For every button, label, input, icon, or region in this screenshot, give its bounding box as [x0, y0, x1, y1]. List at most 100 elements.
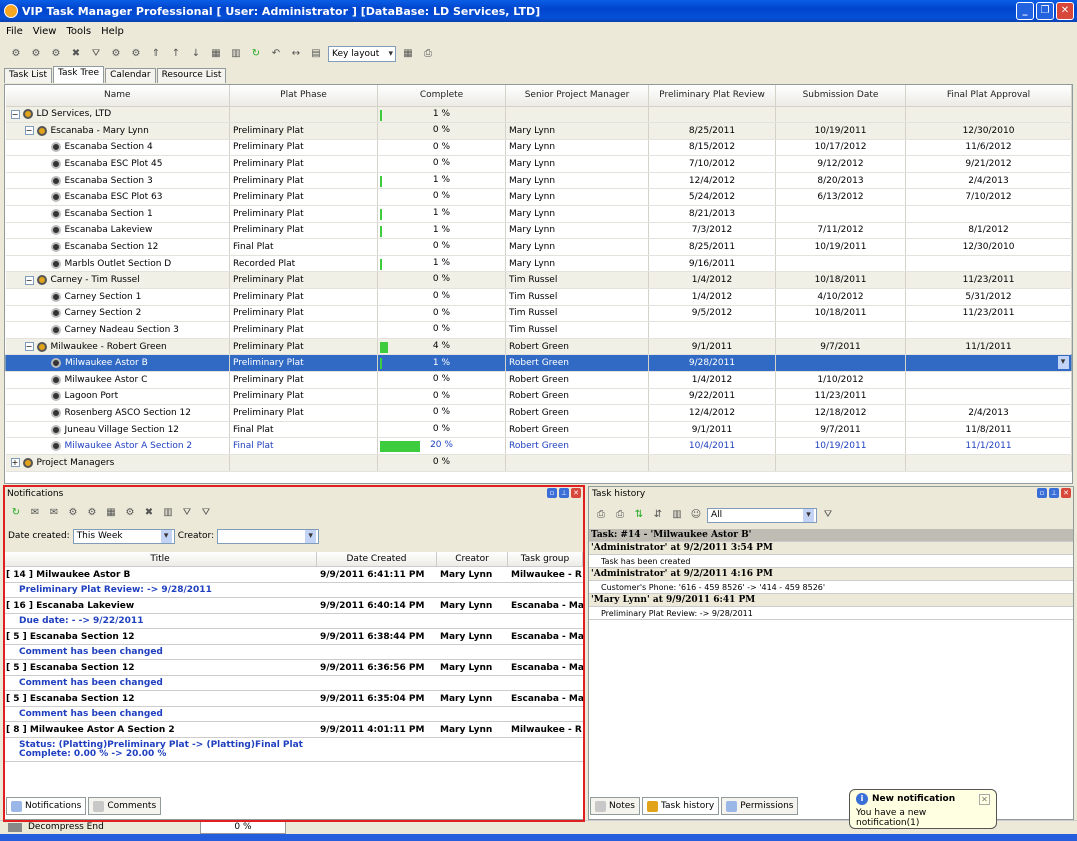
tab-resource-list[interactable]: Resource List — [156, 68, 227, 83]
print-preview-icon[interactable]: ⎙ — [612, 507, 628, 523]
task-row[interactable]: Escanaba Section 3 Preliminary Plat 1 % Mar… — [5, 172, 1072, 190]
edit-task-icon[interactable]: ⚙ — [48, 46, 64, 62]
refresh-icon[interactable]: ↻ — [248, 46, 264, 62]
tab-calendar[interactable]: Calendar — [105, 68, 156, 83]
task-row[interactable]: Carney Nadeau Section 3 Preliminary Plat 0… — [5, 321, 1072, 339]
column-header-creator[interactable]: Creator — [437, 552, 508, 566]
column-header-manager[interactable]: Senior Project Manager — [505, 85, 649, 107]
add-subtask-icon[interactable]: ⚙ — [28, 46, 44, 62]
task-row[interactable]: Milwaukee Astor C Preliminary Plat 0 % Robe… — [5, 371, 1072, 389]
panel-restore-icon[interactable]: ▫ — [547, 488, 557, 498]
collapse-icon[interactable]: − — [24, 342, 34, 352]
tab-task-tree[interactable]: Task Tree — [53, 66, 105, 83]
panel-restore-icon[interactable]: ▫ — [1037, 488, 1047, 498]
notification-row[interactable]: [ 5 ] Escanaba Section 12 9/9/2011 6:38:4… — [4, 629, 583, 645]
task-row[interactable]: Milwaukee Astor A Section 2 Final Plat 20 … — [5, 437, 1072, 455]
minimize-button[interactable]: _ — [1016, 2, 1034, 20]
move-down-icon[interactable]: ↓ — [188, 46, 204, 62]
layout-icon[interactable]: ▤ — [308, 46, 324, 62]
grid-view-icon[interactable]: ▦ — [103, 505, 119, 521]
notification-balloon[interactable]: i New notification ✕ You have a new noti… — [849, 789, 997, 829]
mark-read-icon[interactable]: ✉ — [27, 505, 43, 521]
close-button[interactable]: ✕ — [1056, 2, 1074, 20]
fit-width-icon[interactable]: ↔ — [288, 46, 304, 62]
undo-icon[interactable]: ↶ — [268, 46, 284, 62]
balloon-close-icon[interactable]: ✕ — [979, 793, 990, 805]
tab-task-list[interactable]: Task List — [4, 68, 53, 83]
grid-icon[interactable]: ▦ — [208, 46, 224, 62]
refresh-icon[interactable]: ↻ — [8, 505, 24, 521]
task-row[interactable]: Juneau Village Section 12 Final Plat 0 % Ro… — [5, 421, 1072, 439]
layout-select[interactable]: Key layout — [328, 46, 396, 62]
menu-file[interactable]: File — [6, 26, 23, 37]
maximize-button[interactable]: ❐ — [1036, 2, 1054, 20]
notification-row[interactable]: [ 5 ] Escanaba Section 12 9/9/2011 6:35:0… — [4, 691, 583, 707]
add-task-icon[interactable]: ⚙ — [8, 46, 24, 62]
sort-desc-icon[interactable]: ⇵ — [650, 507, 666, 523]
task-row[interactable]: Milwaukee Astor B Preliminary Plat 1 % Robe… — [5, 354, 1072, 372]
history-filter-select[interactable]: All — [707, 507, 817, 523]
notification-row[interactable]: [ 16 ] Escanaba Lakeview 9/9/2011 6:40:14… — [4, 598, 583, 614]
properties-icon[interactable]: ⚙ — [108, 46, 124, 62]
task-row[interactable]: Escanaba Section 4 Preliminary Plat 0 % Mar… — [5, 139, 1072, 157]
menu-tools[interactable]: Tools — [66, 26, 91, 37]
print-icon[interactable]: ⎙ — [420, 46, 436, 62]
task-row[interactable]: Marbls Outlet Section D Recorded Plat 1 % M… — [5, 255, 1072, 273]
columns-icon[interactable]: ▥ — [160, 505, 176, 521]
clear-filter-icon[interactable]: ⛛ — [820, 507, 836, 523]
column-header-final[interactable]: Final Plat Approval — [905, 85, 1072, 107]
filter-icon[interactable]: ⛛ — [88, 46, 104, 62]
expand-icon[interactable]: + — [10, 458, 20, 468]
tab-comments[interactable]: Comments — [88, 797, 162, 815]
delete-task-icon[interactable]: ✖ — [68, 46, 84, 62]
collapse-icon[interactable]: − — [10, 109, 20, 119]
collapse-icon[interactable]: − — [24, 126, 34, 136]
task-row[interactable]: Escanaba Section 12 Final Plat 0 % Mary Lyn… — [5, 238, 1072, 256]
clear-filter-icon[interactable]: ⛛ — [179, 505, 195, 521]
column-header-title[interactable]: Title — [4, 552, 317, 566]
task-row[interactable]: − Milwaukee - Robert Green Preliminary Pla… — [5, 338, 1072, 356]
assign-icon[interactable]: ⚙ — [122, 505, 138, 521]
task-row[interactable]: Lagoon Port Preliminary Plat 0 % Robert Gre… — [5, 388, 1072, 406]
task-row[interactable]: Carney Section 2 Preliminary Plat 0 % Tim R… — [5, 305, 1072, 323]
print-icon[interactable]: ⎙ — [593, 507, 609, 523]
column-header-task-group[interactable]: Task group — [508, 552, 583, 566]
tab-notifications[interactable]: Notifications — [6, 797, 87, 815]
notification-row[interactable]: [ 8 ] Milwaukee Astor A Section 2 9/9/201… — [4, 722, 583, 738]
user-filter-icon[interactable]: ☺ — [688, 507, 704, 523]
column-header-date[interactable]: Date Created — [317, 552, 437, 566]
move-up-icon[interactable]: ↑ — [168, 46, 184, 62]
sort-asc-icon[interactable]: ⇅ — [631, 507, 647, 523]
menu-help[interactable]: Help — [101, 26, 124, 37]
panel-close-icon[interactable]: ✕ — [571, 488, 581, 498]
date-created-select[interactable]: This Week — [72, 528, 175, 544]
column-header-complete[interactable]: Complete — [377, 85, 506, 107]
notification-row[interactable]: [ 14 ] Milwaukee Astor B 9/9/2011 6:41:11… — [4, 567, 583, 583]
collapse-icon[interactable]: − — [24, 275, 34, 285]
mark-all-read-icon[interactable]: ✉ — [46, 505, 62, 521]
notification-row[interactable]: [ 5 ] Escanaba Section 12 9/9/2011 6:36:5… — [4, 660, 583, 676]
filter-icon[interactable]: ⛛ — [198, 505, 214, 521]
task-row[interactable]: − Carney - Tim Russel Preliminary Plat 0 % T… — [5, 271, 1072, 290]
tab-notes[interactable]: Notes — [590, 797, 640, 815]
column-header-name[interactable]: Name — [5, 85, 230, 107]
settings-icon[interactable]: ⚙ — [128, 46, 144, 62]
task-row[interactable]: + Project Managers 0 % — [5, 454, 1072, 472]
columns-icon[interactable]: ▥ — [228, 46, 244, 62]
creator-select[interactable] — [217, 528, 320, 544]
task-row[interactable]: − Escanaba - Mary Lynn Preliminary Plat 0 %… — [5, 122, 1072, 140]
delete-icon[interactable]: ✖ — [141, 505, 157, 521]
task-row[interactable]: Escanaba Section 1 Preliminary Plat 1 % Mar… — [5, 205, 1072, 223]
save-layout-icon[interactable]: ▦ — [400, 46, 416, 62]
task-row[interactable]: Escanaba Lakeview Preliminary Plat 1 % Mary… — [5, 222, 1072, 240]
task-properties-icon[interactable]: ⚙ — [84, 505, 100, 521]
panel-pin-icon[interactable]: ⊥ — [559, 488, 569, 498]
column-header-review[interactable]: Preliminary Plat Review — [648, 85, 776, 107]
columns-icon[interactable]: ▥ — [669, 507, 685, 523]
tab-task-history[interactable]: Task history — [642, 797, 720, 815]
task-row[interactable]: Rosenberg ASCO Section 12 Preliminary Pla… — [5, 404, 1072, 422]
panel-close-icon[interactable]: ✕ — [1061, 488, 1071, 498]
move-top-icon[interactable]: ⇑ — [148, 46, 164, 62]
column-header-plat-phase[interactable]: Plat Phase — [229, 85, 378, 107]
menu-view[interactable]: View — [33, 26, 57, 37]
